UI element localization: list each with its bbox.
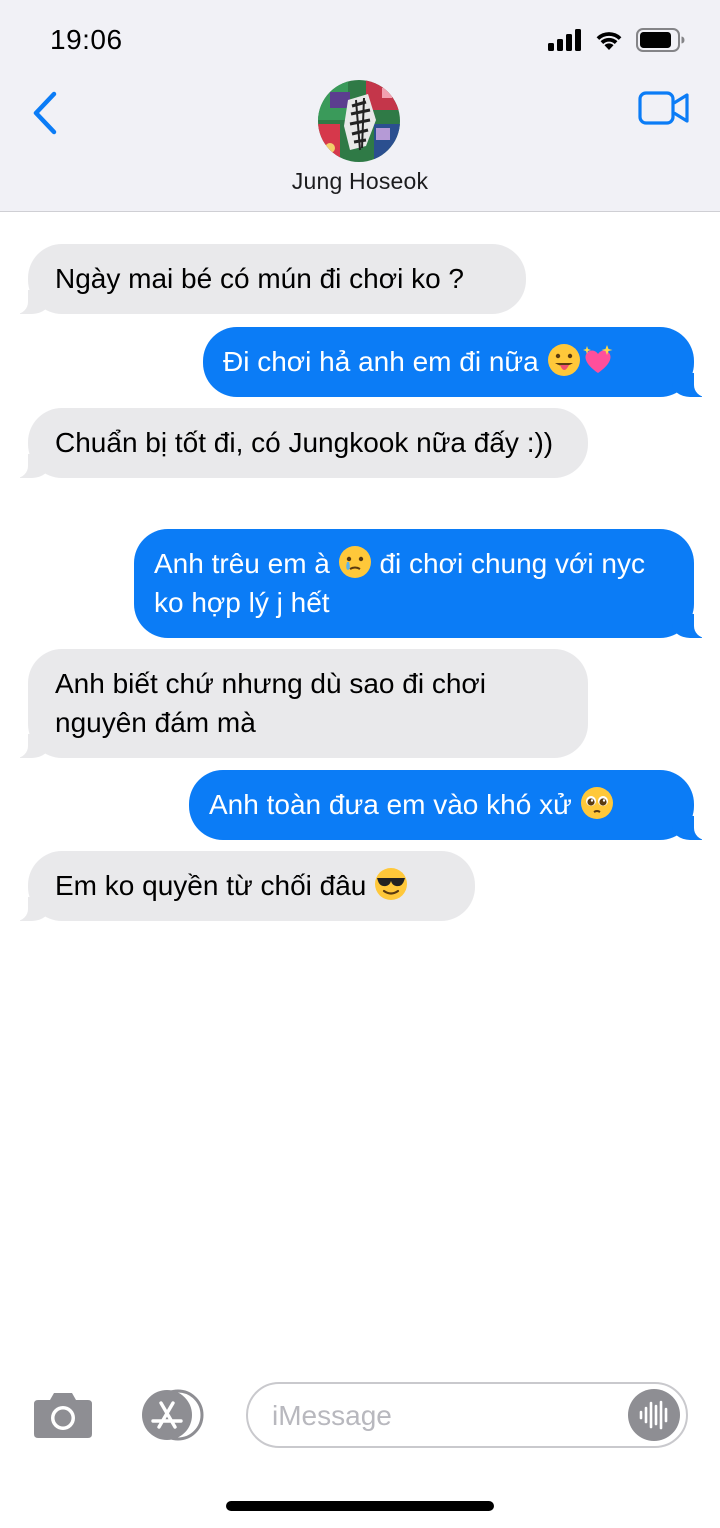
audio-message-button[interactable]	[628, 1389, 680, 1441]
video-call-icon	[638, 91, 689, 125]
holding-back-tears-emoji	[338, 545, 372, 579]
message-text: Anh trêu em à	[154, 548, 330, 579]
battery-icon	[636, 28, 685, 52]
contact-name[interactable]: Jung Hoseok	[0, 168, 720, 195]
face-tongue-emoji	[547, 343, 581, 377]
message-bubble-outgoing[interactable]: Anh toàn đưa em vào khó xử	[189, 770, 720, 840]
back-chevron-icon	[33, 91, 57, 135]
signal-icon	[548, 29, 581, 51]
sunglasses-face-emoji	[374, 867, 408, 901]
contact-avatar[interactable]	[318, 80, 400, 162]
camera-icon	[34, 1393, 92, 1438]
status-time: 19:06	[50, 24, 123, 55]
avatar-artwork	[318, 80, 400, 162]
message-text: Anh toàn đưa em vào khó xử	[209, 789, 572, 820]
back-button[interactable]	[28, 88, 68, 138]
sparkling-heart-emoji	[581, 343, 615, 377]
conversation-header: 19:06 Jung Hoseok	[0, 0, 720, 212]
audio-waveform-icon	[639, 1400, 668, 1430]
pleading-face-emoji	[580, 786, 614, 820]
message-text: Anh biết chứ nhưng dù sao đi chơi nguyên…	[55, 668, 487, 738]
facetime-video-button[interactable]	[638, 90, 690, 126]
message-text: Em ko quyền từ chối đâu	[55, 870, 367, 901]
imessage-input-container[interactable]	[246, 1382, 688, 1448]
message-text: Đi chơi hả anh em đi nữa	[223, 346, 539, 377]
message-bubble-outgoing[interactable]: Đi chơi hả anh em đi nữa	[203, 327, 720, 397]
app-store-icon	[142, 1389, 204, 1441]
imessage-input[interactable]	[272, 1396, 622, 1436]
message-bubble-incoming[interactable]: Chuẩn bị tốt đi, có Jungkook nữa đấy :))	[2, 408, 588, 478]
home-indicator[interactable]	[226, 1501, 494, 1511]
message-bubble-incoming[interactable]: Em ko quyền từ chối đâu	[2, 851, 475, 921]
message-bubble-incoming[interactable]: Ngày mai bé có mún đi chơi ko ?	[2, 244, 526, 314]
message-bubble-outgoing[interactable]: Anh trêu em à đi chơi chung với nyc ko h…	[134, 529, 720, 638]
app-store-button[interactable]	[136, 1388, 208, 1442]
message-bubble-incoming[interactable]: Anh biết chứ nhưng dù sao đi chơi nguyên…	[2, 649, 588, 758]
camera-button[interactable]	[32, 1390, 94, 1440]
message-thread[interactable]: Ngày mai bé có mún đi chơi ko ? Đi chơi …	[0, 212, 720, 1362]
status-icons	[548, 28, 686, 52]
message-text: Ngày mai bé có mún đi chơi ko ?	[55, 263, 464, 294]
wifi-icon	[596, 32, 622, 50]
message-text: Chuẩn bị tốt đi, có Jungkook nữa đấy :))	[55, 427, 554, 458]
